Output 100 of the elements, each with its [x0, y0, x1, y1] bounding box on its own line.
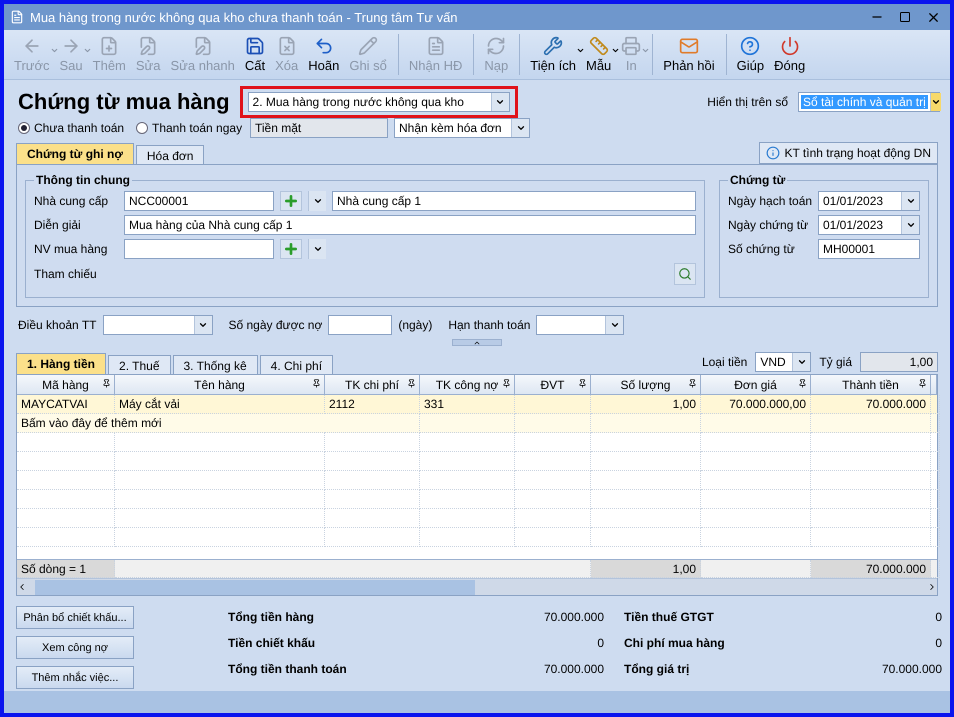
- feedback-icon: [678, 36, 699, 56]
- column-header[interactable]: ĐVT: [515, 375, 591, 395]
- undo-icon: [314, 36, 334, 56]
- pin-icon[interactable]: [312, 379, 321, 388]
- display-label: Hiển thị trên sổ: [707, 95, 788, 109]
- delete-icon: [276, 36, 297, 56]
- caret-icon: [611, 46, 620, 55]
- tab[interactable]: Hóa đơn: [136, 145, 204, 164]
- tab[interactable]: 4. Chi phí: [260, 355, 334, 374]
- field-label: Loại tiền: [702, 355, 748, 369]
- post-icon: [358, 36, 378, 56]
- buyer-field[interactable]: [124, 239, 274, 259]
- action-button[interactable]: Phân bổ chiết khấu...: [16, 606, 134, 629]
- close-icon: [780, 36, 800, 56]
- add-icon[interactable]: [280, 239, 302, 259]
- total-label: Tổng tiền hàng: [228, 610, 315, 624]
- description-field[interactable]: Mua hàng của Nhà cung cấp 1: [124, 215, 696, 235]
- tab[interactable]: 1. Hàng tiền: [16, 353, 106, 374]
- caret-icon: [82, 46, 92, 55]
- supplier-code-field[interactable]: NCC00001: [124, 191, 274, 211]
- group-title: Thông tin chung: [35, 173, 131, 187]
- toolbar-button[interactable]: Tiện ích: [519, 34, 580, 75]
- pin-icon[interactable]: [578, 379, 587, 388]
- action-button[interactable]: Thêm nhắc việc...: [16, 666, 134, 689]
- date-picker[interactable]: 01/01/2023: [818, 215, 920, 235]
- column-header[interactable]: Thành tiền: [811, 375, 931, 395]
- voucher-number-field[interactable]: MH00001: [818, 239, 920, 259]
- pin-icon[interactable]: [798, 379, 807, 388]
- total-label: Tổng giá trị: [624, 662, 690, 676]
- tab[interactable]: 2. Thuế: [108, 355, 170, 374]
- tab[interactable]: Chứng từ ghi nợ: [16, 143, 134, 164]
- add-icon[interactable]: [280, 191, 302, 211]
- document-icon: [10, 10, 24, 24]
- total-label: Tiền chiết khấu: [228, 636, 316, 650]
- column-header[interactable]: Đơn giá: [701, 375, 811, 395]
- maximize-icon[interactable]: [899, 11, 911, 23]
- reload-icon: [486, 36, 506, 56]
- quantity-total: 1,00: [591, 560, 701, 578]
- field-label: Diễn giải: [34, 218, 82, 232]
- field-label: Nhà cung cấp: [34, 194, 110, 208]
- toolbar-button[interactable]: Mẫu: [582, 34, 616, 75]
- horizontal-scrollbar[interactable]: [17, 578, 937, 595]
- field-label: Tham chiếu: [34, 267, 98, 281]
- splitter-handle[interactable]: [452, 339, 502, 346]
- pin-icon[interactable]: [688, 379, 697, 388]
- help-icon: [740, 36, 760, 56]
- window-title: Mua hàng trong nước không qua kho chưa thanh toán - Trung tâm Tư vấn: [30, 10, 459, 24]
- tab[interactable]: 3. Thống kê: [172, 355, 258, 374]
- action-button[interactable]: Xem công nợ: [16, 636, 134, 659]
- column-header[interactable]: TK chi phí: [325, 375, 420, 395]
- field-label: Số chứng từ: [728, 242, 796, 256]
- search-add-icon[interactable]: [674, 263, 696, 285]
- pin-icon[interactable]: [502, 379, 511, 388]
- caret-icon: [641, 46, 650, 55]
- save-icon: [244, 36, 265, 56]
- invoice-dropdown[interactable]: Nhận kèm hóa đơn: [394, 118, 530, 138]
- caret-icon: [576, 46, 585, 55]
- toolbar-button[interactable]: Phản hồi: [652, 34, 719, 75]
- form-title: Chứng từ mua hàng: [18, 89, 230, 115]
- column-header[interactable]: Mã hàng: [17, 375, 115, 395]
- unit-label: (ngày): [398, 318, 432, 332]
- field-label: Số ngày được nợ: [228, 318, 322, 332]
- exchange-rate-field[interactable]: 1,00: [860, 352, 938, 372]
- toolbar-button[interactable]: Hoãn: [304, 34, 344, 75]
- pin-icon[interactable]: [918, 379, 927, 388]
- total-label: Tiền thuế GTGT: [624, 610, 715, 624]
- field-label: Điều khoản TT: [18, 318, 96, 332]
- date-picker[interactable]: 01/01/2023: [818, 191, 920, 211]
- caret-icon: [50, 46, 59, 55]
- field-label: Ngày hạch toán: [728, 194, 812, 208]
- pin-icon[interactable]: [102, 379, 111, 388]
- column-header[interactable]: Tên hàng: [115, 375, 325, 395]
- scrollbar-thumb[interactable]: [35, 580, 475, 594]
- print-icon: [621, 36, 642, 56]
- total-label: Chi phí mua hàng: [624, 636, 726, 650]
- days-field[interactable]: [328, 315, 392, 335]
- status-check-button[interactable]: KT tình trạng hoạt động DN: [759, 142, 938, 164]
- toolbar-button[interactable]: Cất: [240, 34, 270, 75]
- toolbar-button[interactable]: Đóng: [770, 34, 810, 75]
- edit-icon: [138, 36, 158, 56]
- total-value: 0: [934, 636, 942, 650]
- supplier-name-field[interactable]: Nhà cung cấp 1: [332, 191, 696, 211]
- add-icon: [99, 36, 120, 56]
- payment-radio[interactable]: Chưa thanh toán: [18, 121, 130, 135]
- total-value: 0: [596, 636, 604, 650]
- quickedit-icon: [192, 36, 213, 56]
- template-icon: [588, 36, 609, 56]
- field-label: NV mua hàng: [34, 242, 108, 256]
- payment-radio[interactable]: Thanh toán ngay: [136, 121, 244, 135]
- header-filler: [931, 375, 937, 395]
- group-title: Chứng từ: [729, 173, 786, 187]
- empty-cell: [931, 528, 940, 547]
- currency-dropdown[interactable]: VND: [755, 352, 812, 372]
- toolbar-button[interactable]: Giúp: [726, 34, 768, 75]
- total-label: Tổng tiền thanh toán: [228, 662, 348, 676]
- column-header[interactable]: Số lượng: [591, 375, 701, 395]
- voucher-type-dropdown[interactable]: 2. Mua hàng trong nước không qua kho: [248, 92, 510, 112]
- payment-method-field[interactable]: Tiền mặt: [250, 118, 388, 138]
- pin-icon[interactable]: [407, 379, 416, 388]
- column-header[interactable]: TK công nợ: [420, 375, 515, 395]
